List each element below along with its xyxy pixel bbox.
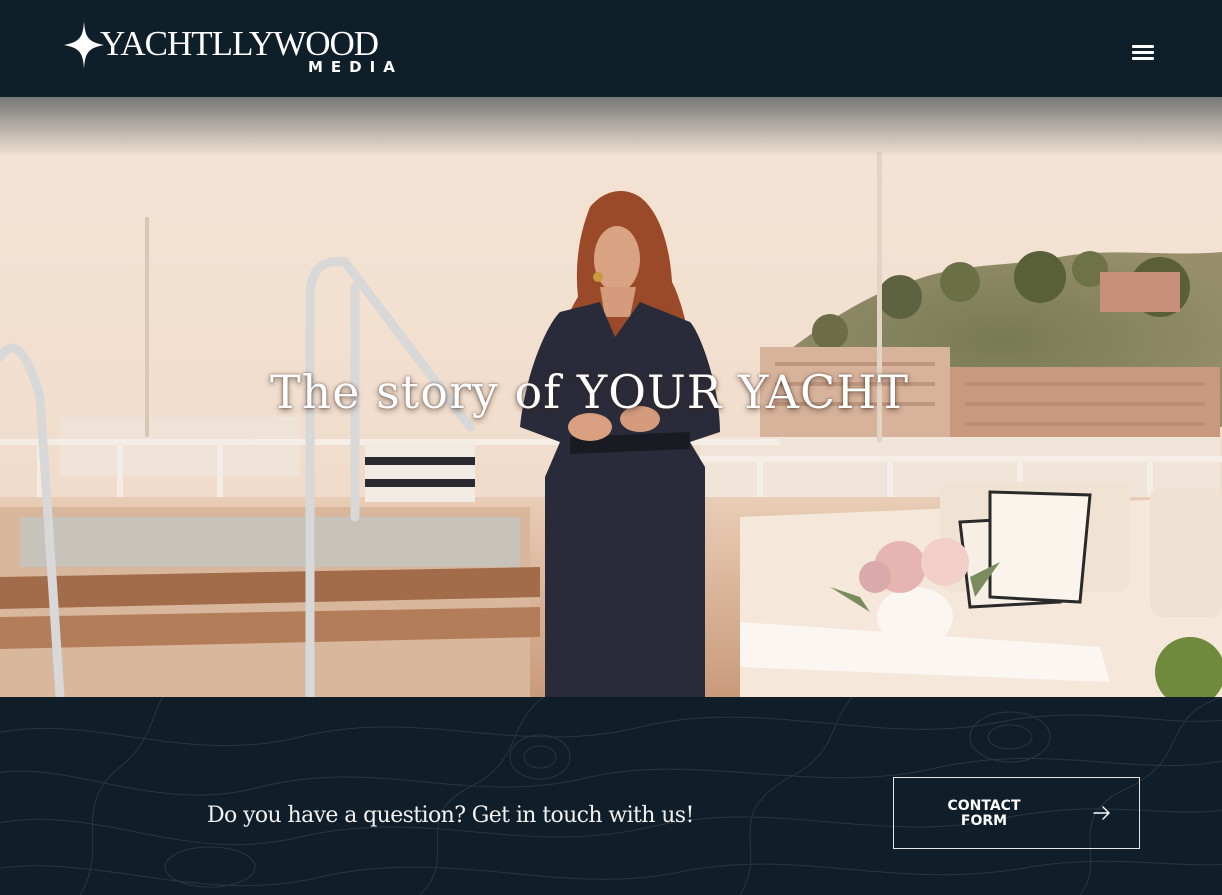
caption-highlight: YOUR YACHT (576, 365, 910, 419)
contact-prompt: Do you have a question? Get in touch wit… (207, 803, 694, 828)
contact-form-button[interactable]: CONTACT FORM (893, 777, 1140, 849)
menu-bar (1132, 51, 1154, 54)
hero-caption: The story of YOUR YACHT (270, 365, 960, 419)
button-label-line2: FORM (960, 813, 1008, 829)
button-label-line1: CONTACT (947, 798, 1021, 814)
site-logo[interactable]: YACHTLLYWOOD MEDIA (64, 20, 424, 80)
hamburger-menu-icon[interactable] (1128, 38, 1158, 66)
hero-video[interactable]: The story of YOUR YACHT (0, 97, 1222, 697)
contact-form-button-label: CONTACT FORM (934, 799, 1034, 829)
sparkle-star-icon (64, 21, 104, 69)
menu-bar (1132, 45, 1154, 48)
contact-section: Do you have a question? Get in touch wit… (0, 697, 1222, 895)
caption-prefix: The story of (270, 365, 562, 419)
logo-tagline: MEDIA (308, 58, 403, 76)
site-header: YACHTLLYWOOD MEDIA (0, 0, 1222, 97)
arrow-right-icon (1093, 806, 1110, 820)
menu-bar (1132, 57, 1154, 60)
